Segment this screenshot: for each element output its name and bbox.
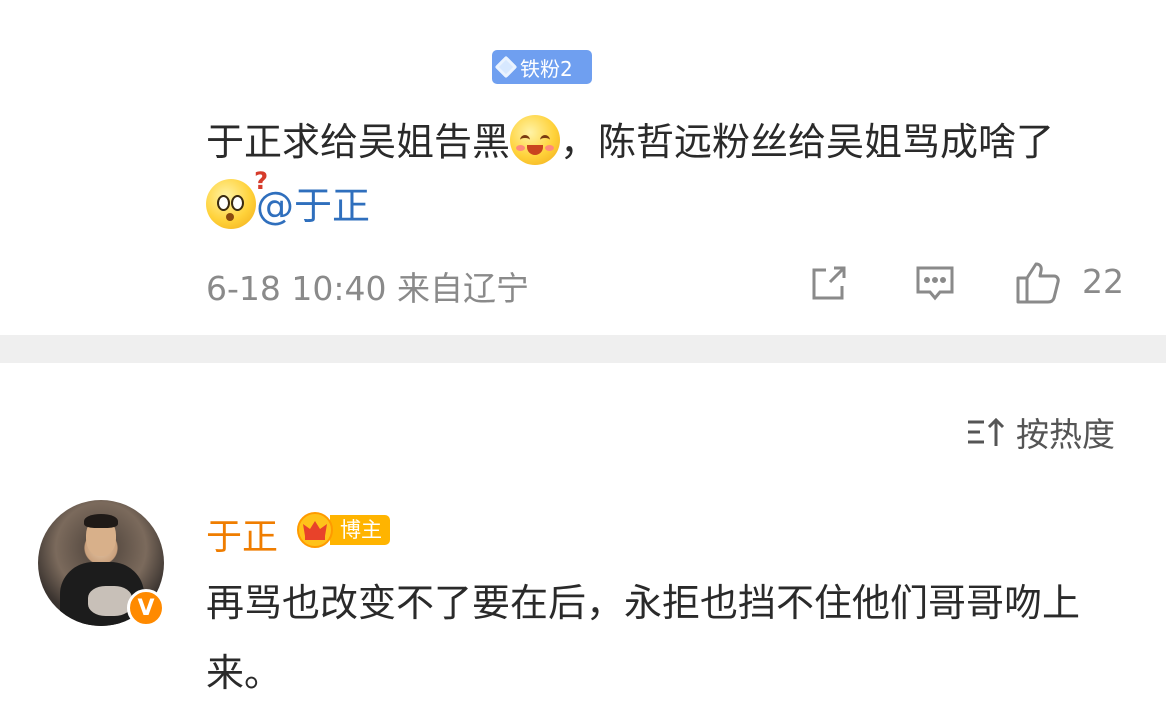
fan-badge-label: 铁粉2 [520,56,573,81]
reply-text: 再骂也改变不了要在后，永拒也挡不住他们哥哥吻上来。 [206,581,1081,695]
post-text-part2: ，陈哲远粉丝给吴姐骂成啥了 [560,120,1055,164]
sort-icon [968,417,1005,446]
thumbs-up-icon[interactable] [1014,258,1062,306]
like-count: 22 [1082,262,1124,301]
section-divider [0,335,1166,363]
blogger-badge: 博主 [296,512,390,548]
blush-smile-emoji-icon [510,115,561,165]
post-actions: 22 [0,258,1166,308]
puzzled-emoji-icon: ? [206,169,268,229]
diamond-icon [494,55,518,79]
fan-badge[interactable]: 铁粉2 [492,50,592,84]
post-card: 铁粉2 于正求给吴姐告黑 ，陈哲远粉丝给吴姐骂成啥了 ? @于正 6-18 10:4… [0,0,1166,335]
sort-button[interactable]: 按热度 [966,408,1115,456]
reply-username[interactable]: 于正 [206,508,278,560]
post-text-part1: 于正求给吴姐告黑 [206,120,511,164]
share-icon[interactable] [808,262,850,304]
verified-v-icon: V [127,589,165,627]
mention-link[interactable]: @于正 [256,184,370,228]
post-text: 于正求给吴姐告黑 ，陈哲远粉丝给吴姐骂成啥了 ? @于正 [206,110,1106,238]
sort-label: 按热度 [1016,415,1115,454]
comment-icon[interactable] [914,262,956,304]
blogger-badge-label: 博主 [330,515,390,545]
crown-icon [297,512,333,548]
